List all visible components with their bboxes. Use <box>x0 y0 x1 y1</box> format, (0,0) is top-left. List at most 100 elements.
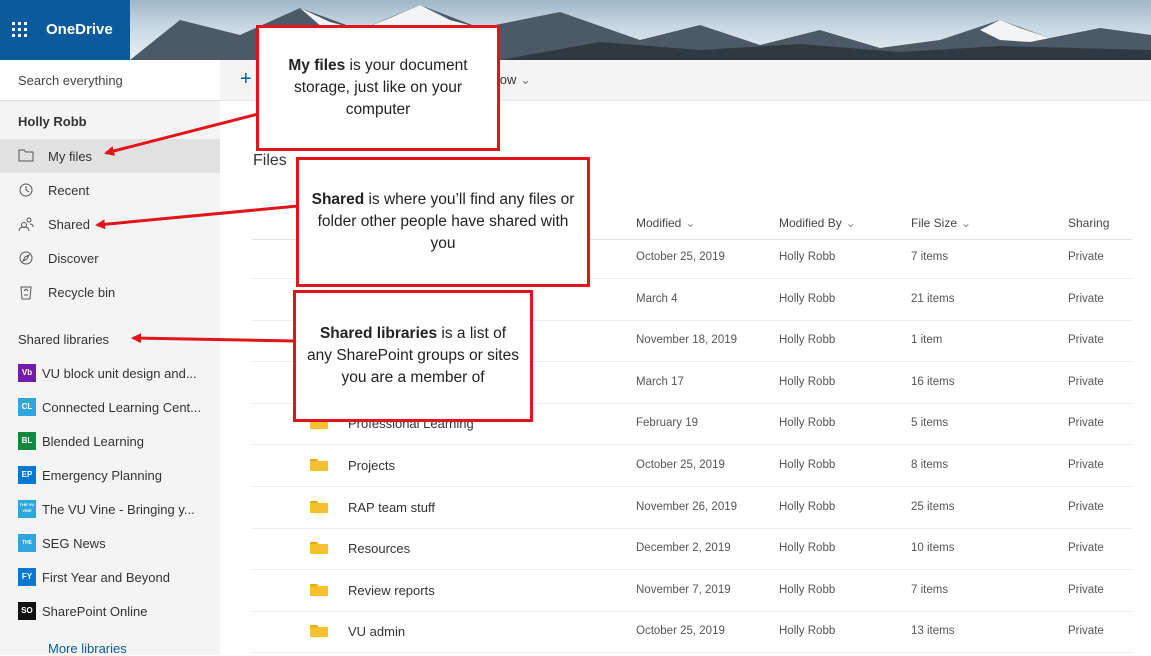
chevron-down-icon: ⌄ <box>685 216 696 230</box>
shared-libraries-heading: Shared libraries <box>18 332 110 347</box>
sharing-cell: Private <box>1068 375 1104 388</box>
app-name[interactable]: OneDrive <box>46 21 113 38</box>
mountain-backdrop <box>130 5 1151 60</box>
site-tile-icon: THE VU VINE <box>18 500 36 518</box>
library-item[interactable]: SO SharePoint Online <box>0 594 220 628</box>
file-name[interactable]: VU admin <box>348 624 405 639</box>
callout-shared-libraries: Shared libraries is a list of any ShareP… <box>293 290 533 422</box>
nav-item-my-files[interactable]: My files <box>0 139 220 173</box>
library-label: Blended Learning <box>42 434 144 449</box>
nav-item-discover[interactable]: Discover <box>0 241 220 275</box>
file-name[interactable]: Review reports <box>348 583 435 598</box>
file-size-cell: 21 items <box>911 292 955 305</box>
column-header-file-size[interactable]: File Size ⌄ <box>911 216 971 230</box>
file-name[interactable]: RAP team stuff <box>348 500 435 515</box>
column-header-sharing[interactable]: Sharing <box>1068 216 1109 230</box>
sharing-cell: Private <box>1068 500 1104 513</box>
user-name: Holly Robb <box>18 114 87 129</box>
app-launcher-icon[interactable] <box>12 22 28 38</box>
library-label: SEG News <box>42 536 106 551</box>
sharing-cell: Private <box>1068 292 1104 305</box>
modified-by-cell: Holly Robb <box>779 417 836 430</box>
modified-by-cell: Holly Robb <box>779 625 836 638</box>
modified-cell: February 19 <box>636 417 699 430</box>
library-label: The VU Vine - Bringing y... <box>42 502 195 517</box>
column-header-modified-by[interactable]: Modified By ⌄ <box>779 216 856 230</box>
chevron-down-icon: ⌄ <box>961 216 972 230</box>
header-banner: OneDrive <box>0 0 1151 60</box>
modified-by-cell: Holly Robb <box>779 542 836 555</box>
callout-shared: Shared is where you’ll find any files or… <box>296 157 590 287</box>
sharing-cell: Private <box>1068 459 1104 471</box>
library-label: VU block unit design and... <box>42 366 197 381</box>
search-placeholder[interactable]: Search everything <box>18 73 123 88</box>
library-label: Emergency Planning <box>42 468 162 483</box>
modified-cell: October 25, 2019 <box>636 251 725 263</box>
table-row[interactable]: RAP team stuff November 26, 2019 Holly Rob… <box>252 487 1132 529</box>
table-row[interactable]: Review reports November 7, 2019 Holly Robb… <box>252 570 1132 612</box>
file-size-cell: 8 items <box>911 459 949 471</box>
file-size-cell: 13 items <box>911 625 955 638</box>
more-libraries-link[interactable]: More libraries <box>48 641 127 656</box>
site-tile-icon: Vb <box>18 364 36 382</box>
modified-by-cell: Holly Robb <box>779 375 836 388</box>
modified-by-cell: Holly Robb <box>779 334 836 347</box>
people-icon <box>18 216 34 232</box>
library-label: First Year and Beyond <box>42 570 170 585</box>
nav-label: Discover <box>48 251 99 266</box>
table-row[interactable]: Resources December 2, 2019 Holly Robb 10 it… <box>252 528 1132 571</box>
column-header-label: Modified <box>636 216 682 230</box>
site-tile-icon: SO <box>18 602 36 620</box>
chevron-down-icon: ⌄ <box>845 216 856 230</box>
column-header-modified[interactable]: Modified ⌄ <box>636 216 695 230</box>
file-size-cell: 10 items <box>911 542 955 555</box>
file-size-cell: 5 items <box>911 417 949 430</box>
table-row[interactable]: Projects October 25, 2019 Holly Robb 8 item… <box>252 445 1132 487</box>
file-name[interactable]: Resources <box>348 541 410 556</box>
column-header-label: Modified By <box>779 216 842 230</box>
nav-item-recycle-bin[interactable]: Recycle bin <box>0 275 220 309</box>
library-item[interactable]: CL Connected Learning Cent... <box>0 390 220 424</box>
file-name[interactable]: Projects <box>348 458 395 473</box>
suite-bar: OneDrive <box>0 0 130 60</box>
library-item[interactable]: THE SEG News <box>0 526 220 560</box>
callout-text: My files is your document storage, just … <box>288 57 468 118</box>
library-item[interactable]: EP Emergency Planning <box>0 458 220 492</box>
nav-label: Shared <box>48 217 90 232</box>
page-title: Files <box>253 152 287 169</box>
library-item[interactable]: THE VU VINE The VU Vine - Bringing y... <box>0 492 220 526</box>
library-item[interactable]: Vb VU block unit design and... <box>0 356 220 390</box>
file-size-cell: 7 items <box>911 251 949 263</box>
nav-label: My files <box>48 149 93 164</box>
modified-by-cell: Holly Robb <box>779 459 836 471</box>
callout-text: Shared libraries is a list of any ShareP… <box>307 325 519 386</box>
modified-by-cell: Holly Robb <box>779 500 836 513</box>
modified-cell: December 2, 2019 <box>636 542 731 555</box>
nav-item-shared[interactable]: Shared <box>0 207 220 241</box>
modified-cell: October 25, 2019 <box>636 459 725 471</box>
folder-icon <box>310 542 328 555</box>
folder-icon <box>310 583 328 596</box>
file-size-cell: 1 item <box>911 334 943 347</box>
sharing-cell: Private <box>1068 542 1104 555</box>
sharing-cell: Private <box>1068 251 1104 263</box>
site-tile-icon: THE <box>18 534 36 552</box>
new-button[interactable]: + <box>240 68 252 91</box>
search-box[interactable]: Search everything <box>0 60 220 101</box>
library-item[interactable]: BL Blended Learning <box>0 424 220 458</box>
nav-label: Recent <box>48 183 90 198</box>
modified-by-cell: Holly Robb <box>779 583 836 596</box>
site-tile-icon: CL <box>18 398 36 416</box>
recycle-bin-icon <box>18 284 34 300</box>
sharing-cell: Private <box>1068 625 1104 638</box>
clock-icon <box>18 182 34 198</box>
site-tile-icon: FY <box>18 568 36 586</box>
left-nav: Search everything Holly Robb My files Re… <box>0 60 220 656</box>
nav-item-recent[interactable]: Recent <box>0 173 220 207</box>
table-row[interactable]: VU admin October 25, 2019 Holly Robb 13 ite… <box>252 611 1132 654</box>
file-size-cell: 16 items <box>911 375 955 388</box>
modified-cell: March 17 <box>636 375 684 388</box>
site-tile-icon: BL <box>18 432 36 450</box>
library-item[interactable]: FY First Year and Beyond <box>0 560 220 594</box>
modified-cell: November 18, 2019 <box>636 334 738 347</box>
